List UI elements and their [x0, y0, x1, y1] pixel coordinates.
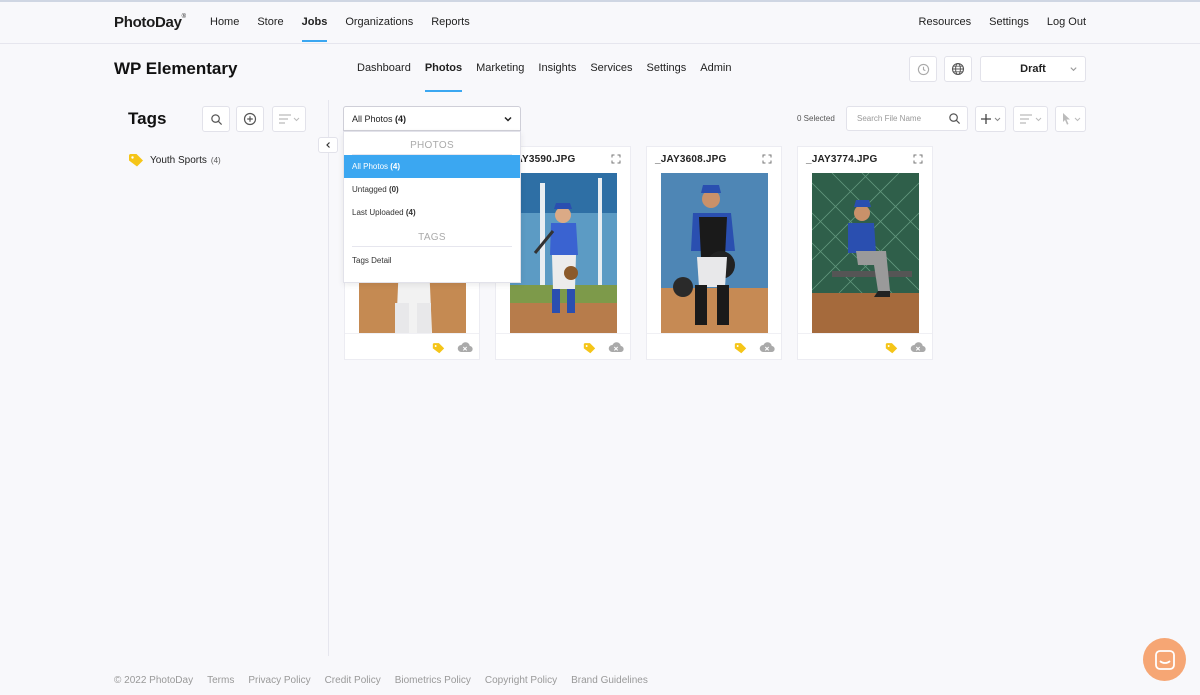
tab-admin[interactable]: Admin [700, 62, 731, 92]
globe-icon [951, 62, 965, 76]
cloud-remove-icon[interactable] [910, 341, 926, 353]
photo-thumbnail[interactable] [812, 173, 919, 333]
account-nav: Resources Settings Log Out [919, 16, 1086, 44]
dropdown-item-all-photos[interactable]: All Photos (4) [344, 155, 520, 178]
photo-filename: _JAY3608.JPG [655, 154, 727, 165]
sort-icon [279, 114, 300, 124]
cursor-icon [1062, 113, 1080, 125]
tab-services[interactable]: Services [590, 62, 632, 92]
photo-sort-button[interactable] [1013, 106, 1048, 132]
nav-home[interactable]: Home [210, 16, 239, 44]
filter-count: (4) [395, 113, 407, 124]
nav-reports[interactable]: Reports [431, 16, 470, 44]
plus-icon [980, 114, 1000, 124]
job-timeline-button[interactable] [909, 56, 937, 82]
add-tag-button[interactable] [236, 106, 264, 132]
tab-dashboard[interactable]: Dashboard [357, 62, 411, 92]
chevron-down-icon [1070, 67, 1077, 72]
footer-link-brand[interactable]: Brand Guidelines [571, 675, 648, 686]
footer-link-credit[interactable]: Credit Policy [325, 675, 381, 686]
tag-sort-button[interactable] [272, 106, 306, 132]
dropdown-section-photos: PHOTOS [410, 140, 454, 151]
tag-search-button[interactable] [202, 106, 230, 132]
expand-icon[interactable] [611, 154, 621, 164]
photo-thumbnail[interactable] [661, 173, 768, 333]
nav-jobs[interactable]: Jobs [301, 16, 327, 44]
sidebar-divider [328, 100, 329, 656]
dropdown-item-tags-detail[interactable]: Tags Detail [344, 249, 520, 272]
chevron-down-icon [504, 116, 512, 122]
cloud-remove-icon[interactable] [608, 341, 624, 353]
photo-filename: _JAY3774.JPG [806, 154, 878, 165]
photo-card[interactable]: _JAY3608.JPG [646, 146, 782, 360]
clock-icon [917, 63, 929, 75]
job-tabs: Dashboard Photos Marketing Insights Serv… [357, 62, 745, 92]
nav-settings[interactable]: Settings [989, 16, 1029, 44]
photo-card-footer [345, 333, 479, 361]
dropdown-item-untagged[interactable]: Untagged (0) [344, 178, 520, 201]
copyright: © 2022 PhotoDay [114, 675, 194, 686]
footer-link-privacy[interactable]: Privacy Policy [248, 675, 310, 686]
collapse-sidebar-button[interactable] [318, 137, 338, 153]
nav-organizations[interactable]: Organizations [345, 16, 413, 44]
chat-icon [1154, 649, 1175, 670]
tag-icon[interactable] [432, 342, 445, 354]
search-icon [210, 113, 222, 125]
tab-insights[interactable]: Insights [538, 62, 576, 92]
photo-card-footer [647, 333, 781, 361]
tab-photos[interactable]: Photos [424, 62, 463, 92]
main-nav: Home Store Jobs Organizations Reports [210, 16, 488, 44]
tab-settings[interactable]: Settings [647, 62, 687, 92]
photoday-logo[interactable]: PhotoDay® [114, 14, 186, 31]
footer-link-terms[interactable]: Terms [207, 675, 234, 686]
nav-store[interactable]: Store [257, 16, 283, 44]
chevron-left-icon [326, 142, 330, 148]
photo-filter-select[interactable]: All Photos (4) [343, 106, 521, 131]
tag-icon[interactable] [734, 342, 747, 354]
job-status-value: Draft [1020, 63, 1046, 75]
footer-link-copyright[interactable]: Copyright Policy [485, 675, 557, 686]
expand-icon[interactable] [762, 154, 772, 164]
tags-title: Tags [128, 109, 167, 128]
search-icon[interactable] [948, 112, 961, 125]
tag-item-youth-sports[interactable]: Youth Sports (4) [128, 153, 221, 167]
sort-icon [1019, 114, 1041, 124]
tag-count: (4) [210, 155, 221, 165]
photo-card-footer [798, 333, 932, 361]
filter-value: All Photos [352, 113, 393, 124]
add-circle-icon [243, 112, 257, 126]
job-web-button[interactable] [944, 56, 972, 82]
dropdown-section-tags: TAGS [418, 232, 446, 243]
job-status-select[interactable]: Draft [980, 56, 1086, 82]
job-title: WP Elementary [114, 59, 238, 78]
photo-filter-dropdown: PHOTOS All Photos (4) Untagged (0) Last … [343, 131, 521, 283]
tab-marketing[interactable]: Marketing [476, 62, 524, 92]
photo-card-footer [496, 333, 630, 361]
tag-icon[interactable] [583, 342, 596, 354]
photo-card[interactable]: _JAY3774.JPG [797, 146, 933, 360]
tag-icon [129, 154, 143, 167]
tag-icon[interactable] [885, 342, 898, 354]
dropdown-item-last-uploaded[interactable]: Last Uploaded (4) [344, 201, 520, 224]
search-file-name-input[interactable]: Search File Name [846, 106, 968, 131]
nav-logout[interactable]: Log Out [1047, 16, 1086, 44]
tag-label: Youth Sports [150, 154, 207, 166]
search-placeholder: Search File Name [857, 114, 922, 123]
selected-count: 0 Selected [797, 114, 835, 123]
cloud-remove-icon[interactable] [759, 341, 775, 353]
upload-add-button[interactable] [975, 106, 1006, 132]
top-navigation: PhotoDay® Home Store Jobs Organizations … [0, 2, 1200, 44]
footer-link-biometrics[interactable]: Biometrics Policy [395, 675, 471, 686]
dropdown-divider [352, 246, 512, 247]
expand-icon[interactable] [913, 154, 923, 164]
cloud-remove-icon[interactable] [457, 341, 473, 353]
nav-resources[interactable]: Resources [919, 16, 972, 44]
chat-support-button[interactable] [1143, 638, 1186, 681]
select-mode-button[interactable] [1055, 106, 1086, 132]
page-footer: © 2022 PhotoDay Terms Privacy Policy Cre… [114, 675, 662, 686]
photo-thumbnail[interactable] [510, 173, 617, 333]
